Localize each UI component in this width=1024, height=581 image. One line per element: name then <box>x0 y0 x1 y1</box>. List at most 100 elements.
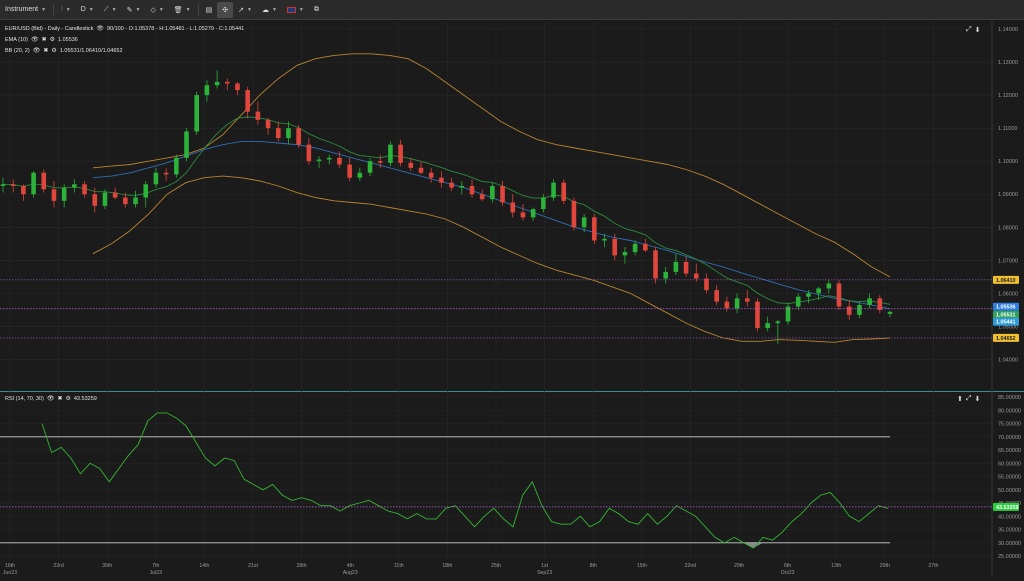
legend-rsi: RSI (14, 70, 30) 👁 ✖ ⚙ 43.53259 <box>5 395 97 403</box>
expand-icon: ✣ <box>222 6 229 14</box>
arrow-down-icon[interactable]: ⬇ <box>975 26 981 34</box>
rsi-panel[interactable]: 85.00000 80.00000 75.00000 70.00000 65.00000… <box>0 391 1024 576</box>
chevron-down-icon: ▼ <box>185 6 191 13</box>
candle-body <box>0 184 6 186</box>
chevron-down-icon: ▼ <box>158 6 164 13</box>
candle-body <box>663 271 669 279</box>
candle-body <box>826 283 832 289</box>
chevron-down-icon: ▼ <box>135 6 141 13</box>
x-axis-day-label: 4th <box>347 563 354 569</box>
y-tick-label: 1.07000 <box>998 258 1018 264</box>
candle-body <box>123 197 128 205</box>
rsi-background <box>0 391 1024 576</box>
x-axis-day-label: 16th <box>5 563 15 569</box>
legend-bb-title: BB (20, 2) <box>5 47 30 54</box>
x-axis-month-label: Oct23 <box>781 570 795 576</box>
eye-icon[interactable]: 👁 <box>31 36 39 43</box>
gear-icon[interactable]: ⚙ <box>65 395 70 402</box>
rsi-y-tick-label: 50.00000 <box>998 488 1021 494</box>
candle-body <box>755 301 760 329</box>
candle-body <box>775 321 781 324</box>
price-tag-label: 1.04652 <box>996 336 1016 342</box>
candle-body <box>806 293 811 297</box>
legend-bb: BB (20, 2) 👁 ✖ ⚙ 1.05531/1.06410/1.04652 <box>5 47 123 55</box>
eye-icon[interactable]: 👁 <box>96 25 104 32</box>
candles-type-button[interactable]: ⫶ ▼ <box>56 0 76 20</box>
x-axis-day-label: 25th <box>491 563 501 569</box>
delete-button[interactable]: 🗑 ▼ <box>169 0 196 20</box>
x-axis-month-label: Jun23 <box>3 570 17 576</box>
candle-body <box>61 187 67 201</box>
rsi-y-tick-label: 60.00000 <box>998 461 1021 467</box>
candle-body <box>816 288 821 294</box>
chevron-down-icon: ▼ <box>298 6 304 13</box>
candle-body <box>643 243 648 251</box>
arrow-down-icon[interactable]: ⬇ <box>974 395 980 403</box>
candle-body <box>500 185 505 203</box>
price-chart-canvas[interactable]: 1.14000 1.13000 1.12000 1.11000 1.10000 1.090… <box>0 21 1024 390</box>
close-icon[interactable]: ✖ <box>42 36 47 43</box>
arrow-up-icon[interactable]: ⬆ <box>957 395 963 403</box>
candle-body <box>194 95 200 132</box>
gear-icon[interactable]: ⚙ <box>51 47 56 54</box>
candle-body <box>836 283 842 307</box>
maximize-icon[interactable]: ⤢ <box>966 395 972 403</box>
x-axis-day-label: 7th <box>152 563 159 569</box>
uk-flag-icon <box>286 6 296 13</box>
rsi-value-tag-label: 43.53259 <box>996 505 1018 511</box>
candle-body <box>744 298 750 302</box>
period-dropdown[interactable]: D ▼ <box>76 0 99 20</box>
x-axis-month-label: Aug23 <box>343 570 358 576</box>
candle-body <box>428 172 434 178</box>
legend-bb-value: 1.05531/1.06410/1.04652 <box>59 47 123 54</box>
candle-body <box>41 172 47 190</box>
close-icon[interactable]: ✖ <box>57 395 62 402</box>
candle-body <box>133 197 138 205</box>
x-axis-day-label: 8th <box>590 563 597 569</box>
candle-body <box>887 311 893 314</box>
maximize-icon[interactable]: ⤢ <box>966 26 972 34</box>
y-tick-label: 1.10000 <box>998 159 1018 165</box>
rsi-corner-controls: ⬆ ⤢ ⬇ <box>957 395 980 403</box>
popout-button[interactable]: ⧉ <box>309 0 324 20</box>
instrument-dropdown[interactable]: Instrument ▼ <box>0 0 51 20</box>
theme-button[interactable]: ☁ ▼ <box>257 0 282 20</box>
x-axis-day-label: 29th <box>734 563 744 569</box>
chevron-down-icon: ▼ <box>41 6 47 13</box>
period-label: D <box>80 6 86 13</box>
toolbar: Instrument ▼ ⫶ ▼ D ▼ ⟋ ▼ ✎ ▼ ◇ ▼ 🗑 ▼ ▤ ✣ ↗ ▼ ☁ ▼ … <box>0 0 1024 20</box>
candle-body <box>367 161 373 173</box>
panel-button[interactable]: ▤ <box>201 0 218 20</box>
legend-ema-title: EMA (10) <box>5 36 28 43</box>
eye-icon[interactable]: 👁 <box>47 395 55 402</box>
price-chart[interactable]: 1.14000 1.13000 1.12000 1.11000 1.10000 1.090… <box>0 21 1024 390</box>
candle-body <box>245 90 250 112</box>
rsi-y-tick-label: 30.00000 <box>998 541 1021 547</box>
y-tick-label: 1.09000 <box>998 192 1018 198</box>
trash-icon: 🗑 <box>173 6 183 14</box>
candle-body <box>296 128 301 145</box>
candle-body <box>490 185 495 200</box>
x-axis-day-label: 11th <box>394 563 404 569</box>
line-tool-button[interactable]: ⟋ ▼ <box>99 0 122 20</box>
candle-body <box>235 83 240 91</box>
language-button[interactable]: ▼ <box>282 0 309 20</box>
candle-body <box>632 243 638 253</box>
candle-body <box>581 217 587 228</box>
eye-icon[interactable]: 👁 <box>33 47 41 54</box>
candle-body <box>561 182 567 201</box>
expand-button[interactable]: ✣ <box>217 1 234 18</box>
draw-tool-button[interactable]: ✎ ▼ <box>122 0 146 20</box>
share-button[interactable]: ↗ ▼ <box>233 0 257 20</box>
candle-body <box>795 296 801 307</box>
candle-body <box>592 217 597 241</box>
candle-body <box>82 184 87 195</box>
candle-body <box>204 85 210 96</box>
candle-body <box>265 119 271 129</box>
gear-icon[interactable]: ⚙ <box>50 36 55 43</box>
shapes-button[interactable]: ◇ ▼ <box>145 0 168 20</box>
close-icon[interactable]: ✖ <box>43 47 48 54</box>
candle-body <box>571 200 577 228</box>
candle-body <box>459 185 465 188</box>
rsi-chart-canvas[interactable]: 85.00000 80.00000 75.00000 70.00000 65.00000… <box>0 391 1024 576</box>
